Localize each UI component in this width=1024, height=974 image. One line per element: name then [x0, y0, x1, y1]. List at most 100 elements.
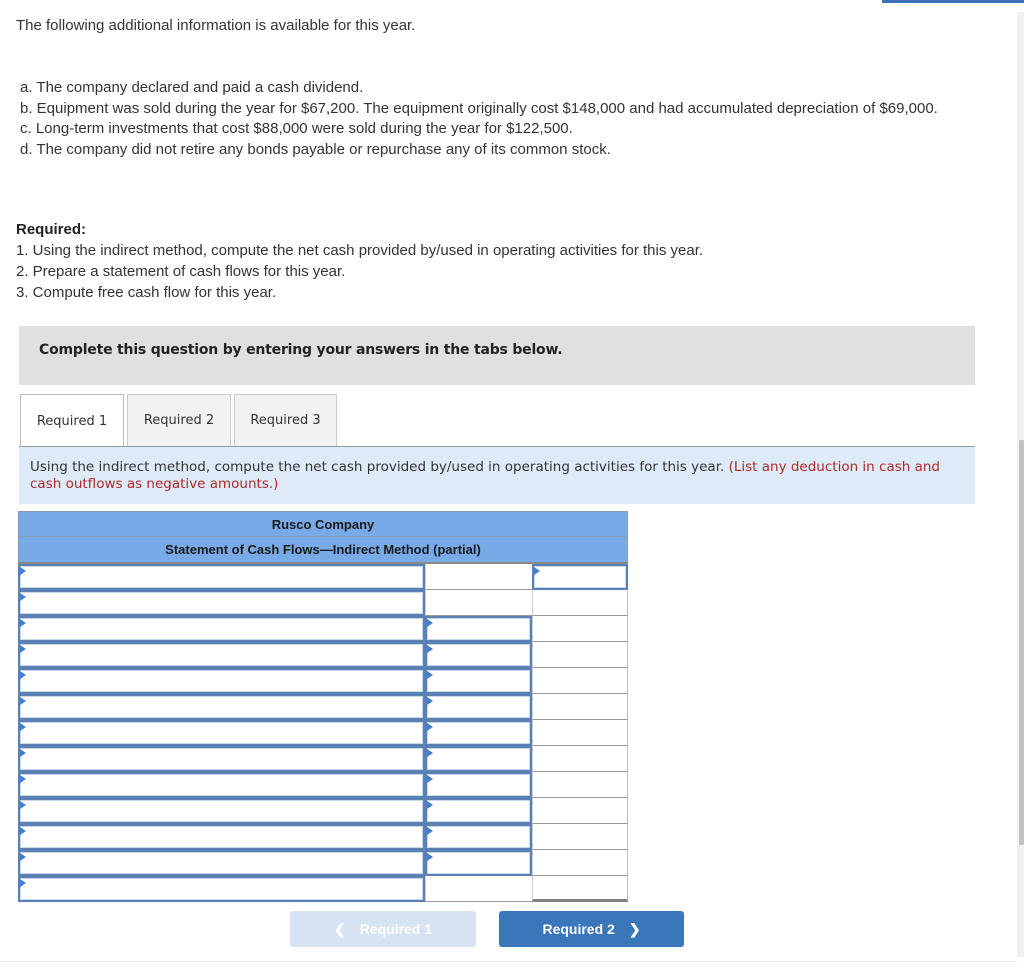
line-item-label-input[interactable]	[20, 852, 423, 874]
amount-cell[interactable]	[425, 616, 532, 642]
empty-cell	[425, 590, 532, 616]
statement-row	[18, 876, 628, 902]
amount-cell[interactable]	[425, 720, 532, 746]
amount-cell[interactable]	[425, 746, 532, 772]
amount-cell[interactable]	[425, 694, 532, 720]
amount-input[interactable]	[427, 722, 530, 744]
line-item-label-cell[interactable]	[18, 694, 425, 720]
dropdown-flag-icon	[427, 827, 433, 835]
prev-button-label: Required 1	[359, 921, 433, 937]
info-item: c. Long-term investments that cost $88,0…	[20, 120, 573, 137]
amount-cell[interactable]	[425, 850, 532, 876]
tab-required-2[interactable]: Required 2	[127, 394, 231, 446]
line-item-label-input[interactable]	[20, 670, 423, 692]
amount-input[interactable]	[427, 852, 530, 874]
dropdown-flag-icon	[20, 671, 26, 679]
amount-input[interactable]	[427, 800, 530, 822]
line-item-label-input[interactable]	[20, 644, 423, 666]
required-item: 3. Compute free cash flow for this year.	[16, 284, 277, 301]
intro-text: The following additional information is …	[16, 17, 416, 34]
dropdown-flag-icon	[20, 619, 26, 627]
required-title: Required:	[16, 221, 87, 238]
dropdown-flag-icon	[427, 619, 433, 627]
tab-bar: Required 1 Required 2 Required 3	[20, 394, 340, 448]
line-item-label-cell[interactable]	[18, 720, 425, 746]
line-item-label-cell[interactable]	[18, 824, 425, 850]
dropdown-flag-icon	[20, 567, 26, 575]
statement-grid	[18, 562, 628, 902]
amount-input[interactable]	[427, 618, 530, 640]
top-accent-bar	[882, 0, 1024, 3]
line-item-label-cell[interactable]	[18, 642, 425, 668]
empty-cell	[532, 720, 628, 746]
total-input[interactable]	[534, 566, 626, 588]
line-item-label-cell[interactable]	[18, 668, 425, 694]
line-item-label-input[interactable]	[20, 592, 423, 614]
line-item-label-input[interactable]	[20, 618, 423, 640]
empty-cell	[532, 694, 628, 720]
amount-cell[interactable]	[425, 642, 532, 668]
line-item-label-input[interactable]	[20, 722, 423, 744]
dropdown-flag-icon	[534, 567, 540, 575]
line-item-label-cell[interactable]	[18, 850, 425, 876]
amount-input[interactable]	[427, 748, 530, 770]
line-item-label-cell[interactable]	[18, 746, 425, 772]
line-item-label-cell[interactable]	[18, 616, 425, 642]
line-item-label-input[interactable]	[20, 800, 423, 822]
line-item-label-cell[interactable]	[18, 590, 425, 616]
statement-row	[18, 642, 628, 668]
amount-cell[interactable]	[425, 824, 532, 850]
total-cell[interactable]	[532, 564, 628, 590]
dropdown-flag-icon	[20, 723, 26, 731]
dropdown-flag-icon	[20, 801, 26, 809]
line-item-label-input[interactable]	[20, 878, 423, 900]
line-item-label-cell[interactable]	[18, 798, 425, 824]
dropdown-flag-icon	[20, 775, 26, 783]
company-name-header: Rusco Company	[18, 511, 628, 536]
line-item-label-cell[interactable]	[18, 564, 425, 590]
amount-cell[interactable]	[425, 798, 532, 824]
tab-required-3[interactable]: Required 3	[234, 394, 337, 446]
empty-cell	[532, 798, 628, 824]
line-item-label-input[interactable]	[20, 826, 423, 848]
amount-input[interactable]	[427, 670, 530, 692]
amount-input[interactable]	[427, 774, 530, 796]
line-item-label-input[interactable]	[20, 696, 423, 718]
amount-input[interactable]	[427, 696, 530, 718]
chevron-right-icon: ❯	[628, 920, 641, 937]
empty-cell	[532, 668, 628, 694]
statement-title-header: Statement of Cash Flows—Indirect Method …	[18, 536, 628, 562]
cash-flow-statement: Rusco Company Statement of Cash Flows—In…	[18, 511, 628, 902]
empty-cell	[532, 642, 628, 668]
chevron-left-icon: ❮	[333, 920, 346, 937]
line-item-label-cell[interactable]	[18, 876, 425, 902]
statement-row	[18, 746, 628, 772]
dropdown-flag-icon	[427, 801, 433, 809]
line-item-label-input[interactable]	[20, 566, 423, 588]
required-item: 2. Prepare a statement of cash flows for…	[16, 263, 346, 280]
line-item-label-input[interactable]	[20, 748, 423, 770]
empty-cell	[532, 772, 628, 798]
statement-row	[18, 720, 628, 746]
prev-required-button[interactable]: ❮ Required 1	[290, 911, 476, 947]
line-item-label-cell[interactable]	[18, 772, 425, 798]
statement-row	[18, 850, 628, 876]
scrollbar-thumb[interactable]	[1019, 440, 1024, 845]
amount-input[interactable]	[427, 644, 530, 666]
dropdown-flag-icon	[427, 723, 433, 731]
statement-row	[18, 824, 628, 850]
statement-row	[18, 590, 628, 616]
dropdown-flag-icon	[427, 645, 433, 653]
amount-cell[interactable]	[425, 668, 532, 694]
required-item: 1. Using the indirect method, compute th…	[16, 242, 704, 259]
amount-cell[interactable]	[425, 772, 532, 798]
dropdown-flag-icon	[427, 775, 433, 783]
next-required-button[interactable]: Required 2 ❯	[499, 911, 684, 947]
empty-cell	[532, 616, 628, 642]
statement-row	[18, 694, 628, 720]
empty-cell	[425, 564, 532, 590]
line-item-label-input[interactable]	[20, 774, 423, 796]
next-button-label: Required 2	[542, 921, 615, 937]
amount-input[interactable]	[427, 826, 530, 848]
tab-required-1[interactable]: Required 1	[20, 394, 124, 448]
